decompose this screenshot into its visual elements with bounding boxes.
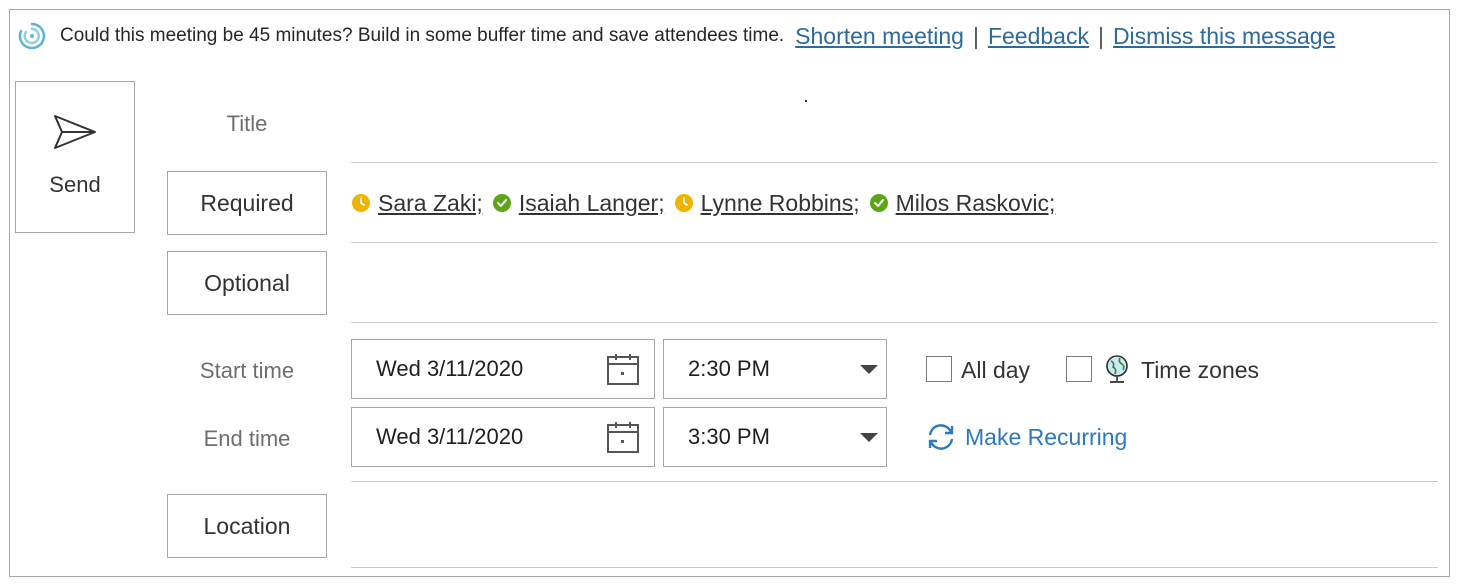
make-recurring-button[interactable]: Make Recurring xyxy=(925,422,1127,452)
attendee-name: Milos Raskovic; xyxy=(895,189,1056,216)
required-divider xyxy=(351,242,1438,243)
available-status-icon xyxy=(869,194,888,212)
tentative-status-icon xyxy=(352,194,370,212)
time-divider xyxy=(351,481,1438,482)
start-time-label: Start time xyxy=(199,358,295,383)
all-day-label: All day xyxy=(961,357,1031,383)
chevron-down-icon xyxy=(860,432,878,442)
end-time-label: End time xyxy=(203,426,291,451)
end-time-dropdown[interactable]: 3:30 PM xyxy=(663,407,887,467)
optional-button[interactable]: Optional xyxy=(167,251,327,315)
time-zones-checkbox[interactable] xyxy=(1066,356,1092,382)
all-day-checkbox[interactable] xyxy=(926,356,952,382)
globe-icon xyxy=(1106,355,1128,383)
recurring-arrows-icon xyxy=(928,424,954,450)
end-time-value: 3:30 PM xyxy=(688,424,770,449)
title-divider xyxy=(351,162,1438,163)
location-input[interactable] xyxy=(351,492,1442,564)
suggestion-infobar: Could this meeting be 45 minutes? Build … xyxy=(16,18,1335,54)
available-status-icon xyxy=(492,194,511,212)
optional-attendees-input[interactable] xyxy=(351,258,1442,318)
send-arrow-icon xyxy=(54,115,96,149)
attendee-chip[interactable]: Milos Raskovic; xyxy=(869,189,1056,217)
location-button[interactable]: Location xyxy=(167,494,327,558)
cursor-artifact xyxy=(805,100,807,102)
scheduling-assistant-spinner-icon xyxy=(18,22,46,50)
start-time-dropdown[interactable]: 2:30 PM xyxy=(663,339,887,399)
make-recurring-label: Make Recurring xyxy=(965,423,1128,450)
attendee-chip[interactable]: Sara Zaki; xyxy=(352,190,483,217)
attendee-name: Lynne Robbins; xyxy=(700,189,860,216)
start-time-value: 2:30 PM xyxy=(688,356,770,381)
calendar-icon[interactable] xyxy=(606,352,640,386)
time-zones-label: Time zones xyxy=(1141,357,1260,383)
calendar-icon[interactable] xyxy=(606,420,640,454)
suggestion-message: Could this meeting be 45 minutes? Build … xyxy=(60,25,785,46)
chevron-down-icon xyxy=(860,364,878,374)
end-date-picker[interactable]: Wed 3/11/2020 xyxy=(351,407,655,467)
send-button[interactable]: Send xyxy=(15,81,135,233)
optional-divider xyxy=(351,322,1438,323)
link-separator: | xyxy=(972,22,979,49)
attendee-chip[interactable]: Isaiah Langer; xyxy=(492,189,665,217)
attendee-chip[interactable]: Lynne Robbins; xyxy=(674,189,860,217)
feedback-link[interactable]: Feedback xyxy=(988,23,1089,50)
end-date-value: Wed 3/11/2020 xyxy=(376,424,524,449)
dismiss-message-link[interactable]: Dismiss this message xyxy=(1113,23,1335,50)
shorten-meeting-link[interactable]: Shorten meeting xyxy=(795,23,964,50)
attendee-name: Sara Zaki; xyxy=(378,189,483,216)
start-date-value: Wed 3/11/2020 xyxy=(376,356,524,381)
location-divider xyxy=(351,567,1438,568)
send-label: Send xyxy=(49,172,101,197)
title-label: Title xyxy=(226,111,268,136)
tentative-status-icon xyxy=(674,194,693,212)
required-button[interactable]: Required xyxy=(167,171,327,235)
title-input[interactable] xyxy=(351,95,1442,157)
attendee-name: Isaiah Langer; xyxy=(518,189,665,216)
link-separator: | xyxy=(1097,22,1104,49)
start-date-picker[interactable]: Wed 3/11/2020 xyxy=(351,339,655,399)
required-attendees-list[interactable]: Sara Zaki; Isaiah Langer; Lynne Robbins;… xyxy=(352,186,1065,220)
